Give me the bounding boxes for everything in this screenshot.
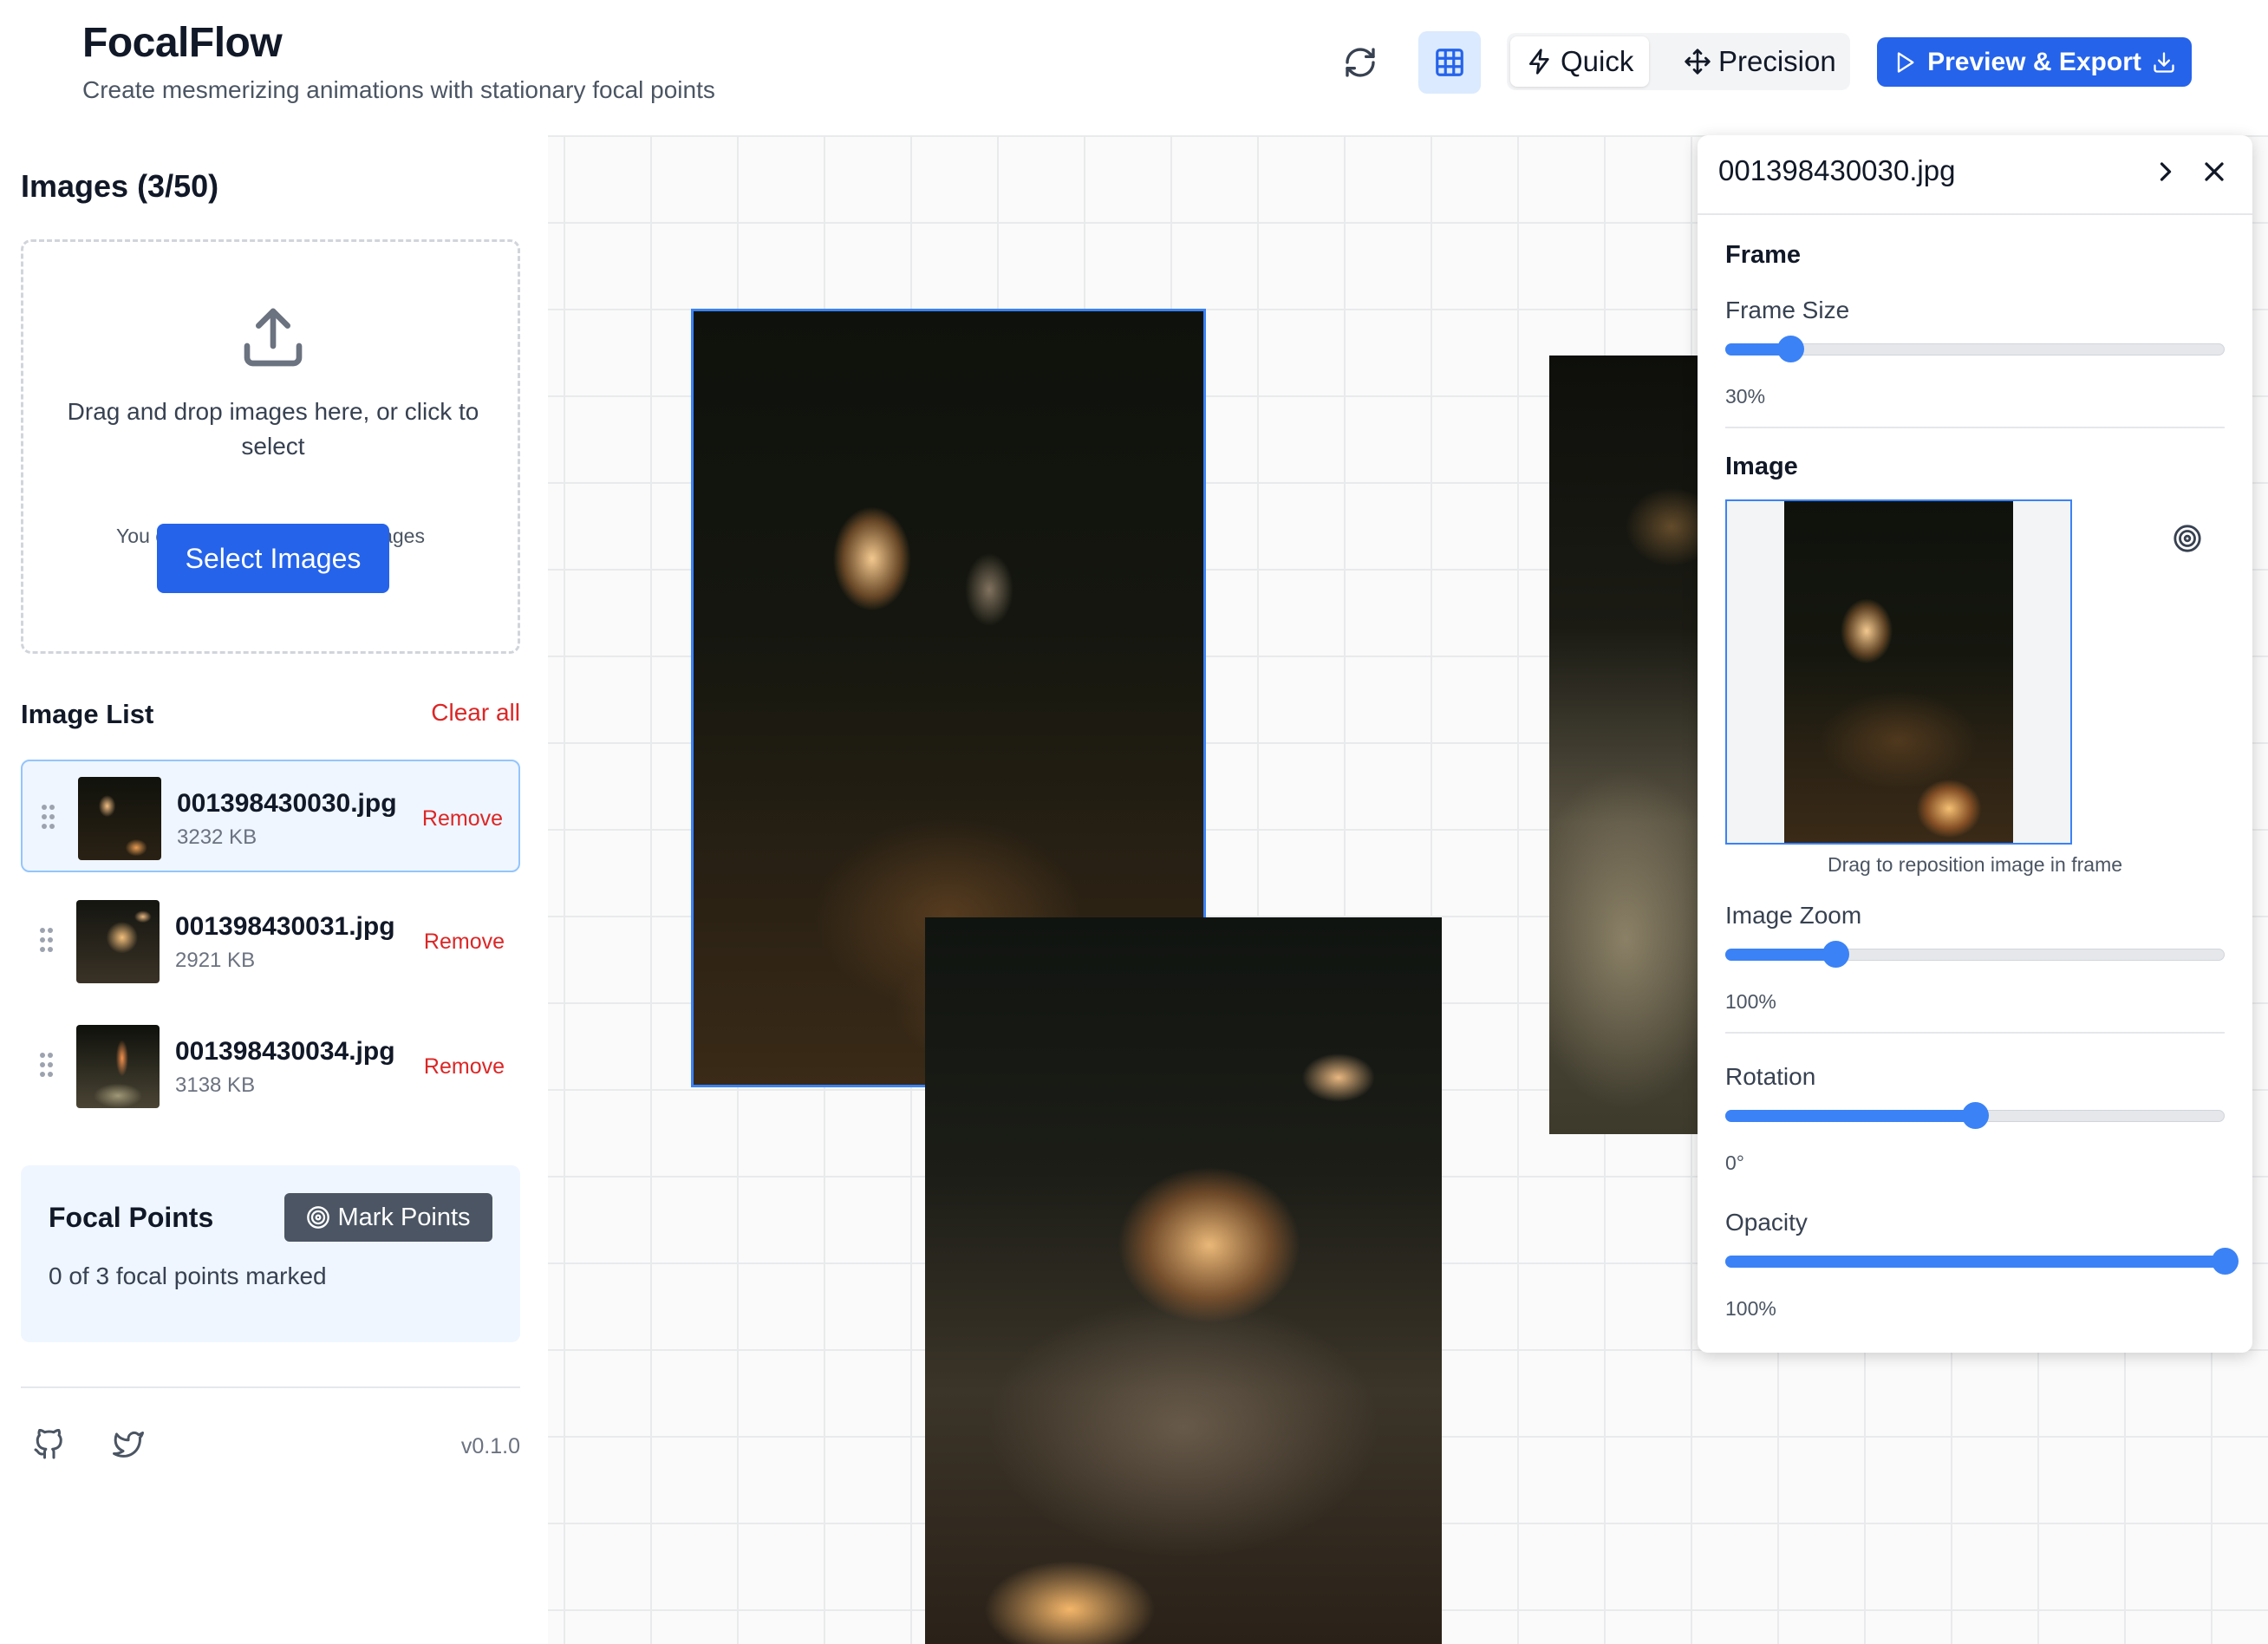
refresh-button[interactable] [1329,31,1391,94]
play-icon [1897,51,1914,73]
drag-handle-icon[interactable] [40,928,54,954]
mode-precision-button[interactable]: Precision [1668,36,1852,87]
image-properties-panel: 001398430030.jpg Frame Frame Size 30% Im… [1698,135,2252,1353]
image-list-item[interactable]: 001398430034.jpg 3138 KB Remove [21,1009,520,1122]
sidebar: Images (3/50) Drag and drop images here,… [0,135,548,1644]
upload-icon [244,308,303,367]
mark-points-button[interactable]: Mark Points [284,1193,492,1242]
lightning-icon [1529,49,1549,75]
image-list-header: Image List Clear all [21,699,520,734]
remove-button[interactable]: Remove [422,806,503,832]
image-zoom-label: Image Zoom [1725,902,1862,929]
panel-divider [1725,1032,2225,1034]
frame-section-title: Frame [1725,241,1802,269]
target-icon [307,1206,330,1229]
remove-button[interactable]: Remove [424,1054,505,1080]
opacity-label: Opacity [1725,1209,1808,1236]
mode-quick-button[interactable]: Quick [1510,36,1650,87]
frame-size-value: 30% [1725,385,1766,408]
image-size: 3138 KB [175,1073,256,1097]
mark-points-label: Mark Points [337,1203,471,1231]
preview-export-button[interactable]: Preview & Export [1877,37,2192,87]
mode-quick-label: Quick [1561,45,1634,77]
frame-size-slider[interactable] [1725,331,2225,366]
sidebar-divider [21,1386,520,1388]
image-preview[interactable] [1784,501,2013,843]
app-title: FocalFlow [82,20,283,66]
refresh-icon [1346,48,1375,77]
image-thumbnail [78,777,161,860]
image-list-item[interactable]: 001398430030.jpg 3232 KB Remove [21,760,520,872]
export-label: Preview & Export [1927,47,2141,76]
images-title: Images (3/50) [21,168,219,204]
image-thumbnail [76,900,160,983]
rotation-value: 0° [1725,1151,1744,1174]
image-list-title: Image List [21,699,154,729]
image-section-title: Image [1725,453,1798,480]
canvas-image-2[interactable] [925,917,1442,1644]
select-images-button[interactable]: Select Images [157,524,389,593]
clear-all-button[interactable]: Clear all [431,699,520,727]
image-size: 2921 KB [175,949,256,972]
close-icon[interactable] [2199,156,2230,187]
panel-filename: 001398430030.jpg [1718,154,1956,186]
dropzone[interactable]: Drag and drop images here, or click to s… [21,239,520,654]
chevron-right-icon[interactable] [2150,156,2181,187]
focal-points-panel: Focal Points Mark Points 0 of 3 focal po… [21,1165,520,1342]
image-name: 001398430034.jpg [175,1037,395,1066]
image-thumbnail [76,1025,160,1108]
mode-precision-label: Precision [1718,45,1836,77]
mode-toggle-group: Quick Precision [1507,33,1850,90]
image-zoom-slider[interactable] [1725,936,2225,971]
image-list-item[interactable]: 001398430031.jpg 2921 KB Remove [21,884,520,997]
image-zoom-value: 100% [1725,990,1776,1013]
focal-points-status: 0 of 3 focal points marked [49,1262,327,1289]
focal-points-title: Focal Points [49,1202,214,1233]
grid-icon [1436,49,1463,76]
image-name: 001398430030.jpg [177,789,397,818]
target-icon[interactable] [2173,524,2202,553]
image-name: 001398430031.jpg [175,912,395,941]
opacity-slider[interactable] [1725,1243,2239,1278]
rotation-slider[interactable] [1725,1098,2225,1132]
app-subtitle: Create mesmerizing animations with stati… [82,76,715,103]
image-size: 3232 KB [177,825,257,849]
remove-button[interactable]: Remove [424,930,505,955]
reposition-hint: Drag to reposition image in frame [1827,853,2123,876]
panel-header: 001398430030.jpg [1698,135,2252,215]
drag-handle-icon[interactable] [40,1053,54,1079]
canvas-image-3[interactable] [1549,356,1702,1134]
panel-divider [1725,427,2225,428]
rotation-label: Rotation [1725,1063,1816,1090]
dropzone-text: Drag and drop images here, or click to s… [67,398,479,460]
app-version: v0.1.0 [460,1434,520,1458]
opacity-value: 100% [1725,1297,1776,1320]
move-icon [1685,49,1711,75]
app-header: FocalFlow Create mesmerizing animations … [0,0,2268,135]
frame-size-label: Frame Size [1725,297,1850,323]
grid-toggle-button[interactable] [1418,31,1481,94]
drag-handle-icon[interactable] [42,805,55,831]
github-icon[interactable] [33,1429,64,1460]
twitter-icon[interactable] [113,1429,144,1460]
download-icon [2154,51,2174,73]
image-reposition-frame[interactable] [1725,499,2072,845]
